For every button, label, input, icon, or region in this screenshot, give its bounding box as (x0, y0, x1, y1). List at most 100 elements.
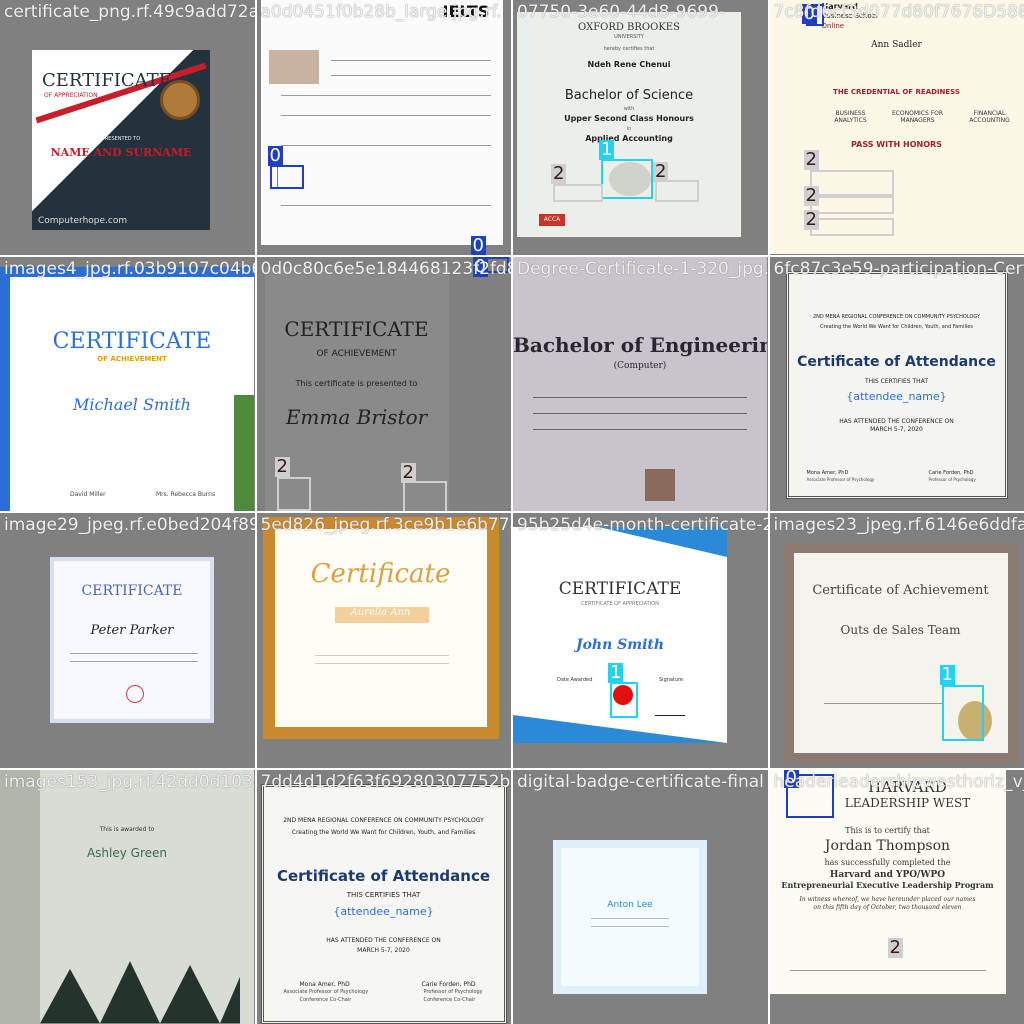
tile-caption: 7c8fd6cf3d077d80f7676D588 (773, 2, 1024, 22)
certifies: THIS CERTIFIES THAT (346, 890, 421, 899)
tile-caption: 07750-3e60-44d8-9699- (517, 2, 726, 22)
signer-1: Mona Amer, PhD (806, 469, 849, 476)
acca-logo: ACCA (539, 214, 565, 226)
attendance-certificate-image: 2ND MENA REGIONAL CONFERENCE ON COMMUNIT… (785, 270, 1008, 499)
tile-10[interactable]: 95b25d4e-month-certificate-23_jpeg. CERT… (513, 513, 768, 768)
tile-6[interactable]: Degree-Certificate-1-320_jpg.rf. Bachelo… (513, 256, 768, 511)
leadership-west: LEADERSHIP WEST (844, 795, 971, 810)
recipient-name: Jordan Thompson (824, 837, 951, 854)
credential: THE CREDENTIAL OF READINESS (833, 88, 960, 96)
bbox-class-2 (276, 476, 311, 511)
tile-9[interactable]: 5ed826_jpeg.rf.3ce9b1e6b77a0d Certificat… (256, 513, 511, 768)
tile-3[interactable]: 7c8fd6cf3d077d80f7676D588 Harvard Busine… (769, 0, 1024, 255)
bbox-class-2 (655, 180, 699, 202)
honors: PASS WITH HONORS (851, 140, 942, 149)
signer-1: David Miller (70, 490, 106, 498)
signer-1-role: Associate Professor of Psychology (283, 988, 369, 995)
hereby: hereby certifies that (603, 46, 655, 52)
bbox-label: 1 (608, 662, 624, 683)
tile-1[interactable]: a0d0451f0b28b_large.jpg.rf. IELTS 0 0 (256, 0, 511, 255)
cert-presented: PRESENTED TO (101, 136, 141, 142)
tile-11[interactable]: images23_jpeg.rf.6146e6ddfa Certificate … (769, 513, 1024, 768)
digital-badge-certificate-image: Anton Lee (553, 839, 707, 994)
graduate-name: Ndeh Rene Chenui (587, 60, 671, 69)
team-name: Outs de Sales Team (840, 623, 961, 637)
tile-caption: image29_jpeg.rf.e0bed204f89 (4, 515, 255, 535)
photo (268, 50, 319, 84)
mountain-decor (40, 961, 240, 1024)
tile-0[interactable]: certificate_png.rf.49c9add72a0de0451f0b2… (0, 0, 255, 255)
tile-2[interactable]: 07750-3e60-44d8-9699- OXFORD BROOKES UNI… (513, 0, 768, 255)
signer-1-role: Associate Professor of Psychology (806, 476, 875, 482)
degree-certificate-image: OXFORD BROOKES UNIVERSITY hereby certifi… (517, 12, 741, 237)
cert-title: Certificate of Achievement (812, 583, 989, 598)
line-4: Entrepreneurial Executive Leadership Pro… (781, 879, 994, 890)
tile-7[interactable]: 6fc87c3e59-participation-Certi 2ND MENA … (769, 256, 1024, 511)
tile-14[interactable]: digital-badge-certificate-final Anton Le… (513, 769, 768, 1024)
attendance-certificate-image: 2ND MENA REGIONAL CONFERENCE ON COMMUNIT… (260, 783, 507, 1024)
course-1: BUSINESS ANALYTICS (834, 110, 867, 124)
bbox-label: 1 (599, 139, 615, 160)
line-5: In witness whereof, we have hereunder pl… (799, 895, 976, 903)
tile-caption: images153_jpg.rf.42dd0d103 (4, 771, 253, 792)
certificate-image: CERTIFICATE OF APPRECIATION PRESENTED TO… (32, 50, 210, 230)
tile-5[interactable]: 0d0c80c6e5e184468123f2fd8e7fb CERTIFICAT… (256, 256, 512, 511)
bbox-label: 2 (803, 209, 819, 230)
conf-date: MARCH 5-7, 2020 (357, 946, 410, 954)
tile-caption: 0d0c80c6e5e184468123f2fd8e7fb (260, 258, 512, 279)
certificate-image: CERTIFICATE Peter Parker (50, 557, 214, 723)
degree: Bachelor of Science (564, 88, 694, 103)
bbox-class-2 (809, 196, 894, 214)
tile-caption: headerleadershipwesthoriz_v_3 (773, 771, 1024, 792)
seal-icon (160, 80, 200, 120)
line-6: on this fifth day of October, two thousa… (813, 903, 962, 911)
recipient-name: Anton Lee (607, 899, 653, 910)
degree-sub: (Computer) (613, 360, 667, 371)
line-3: Harvard and YPO/WPO (829, 869, 946, 880)
tile-8[interactable]: image29_jpeg.rf.e0bed204f89 CERTIFICATE … (0, 513, 255, 768)
attendee-name: {attendee_name} (846, 389, 947, 403)
bbox-label: 2 (653, 161, 669, 182)
date-label: Date Awarded (557, 677, 593, 683)
tile-caption: digital-badge-certificate-final (517, 771, 764, 792)
cert-title: Certificate (310, 559, 451, 589)
signer-2: Carie Forden, PhD (421, 980, 476, 988)
in-label: in (626, 126, 632, 132)
signer-1: Mona Amer, PhD (299, 980, 350, 988)
bbox-class-1 (941, 685, 984, 741)
tile-caption: Degree-Certificate-1-320_jpg.rf. (517, 258, 768, 279)
recipient-name: Michael Smith (73, 394, 191, 414)
tile-4[interactable]: images4_jpg.rf.03b9107c04b60603e5e18443 … (0, 256, 255, 511)
signer-1-title: Conference Co-Chair (299, 996, 352, 1003)
framed-certificate-image: Certificate Aurelia Ann (262, 517, 499, 739)
tile-12[interactable]: images153_jpg.rf.42dd0d103 This is award… (0, 769, 255, 1024)
cert-title: CERTIFICATE (81, 583, 183, 599)
award-certificate-image: This is awarded to Ashley Green (0, 769, 254, 1024)
bbox-class-1 (601, 159, 653, 199)
bbox-label: 0 (470, 235, 486, 255)
bbox-class-1 (610, 682, 638, 718)
cert-sub: OF ACHIEVEMENT (97, 354, 167, 363)
conf-title: 2ND MENA REGIONAL CONFERENCE ON COMMUNIT… (812, 313, 981, 320)
signature-label: Signature (659, 677, 684, 683)
cert-sub: CERTIFICATE OF APPRECIATION (581, 601, 659, 607)
cert-title: Certificate of Attendance (276, 866, 491, 885)
achievement-certificate-image: CERTIFICATE OF ACHIEVEMENT This certific… (264, 266, 449, 511)
cert-footer: Computerhope.com (38, 216, 128, 226)
signer-2: Mrs. Rebecca Burns (156, 490, 216, 498)
bbox-class-2 (553, 184, 603, 202)
side-photo (0, 769, 40, 1024)
signer-2-role: Professor of Psychology (423, 988, 483, 995)
bbox-class-2 (402, 480, 447, 511)
presented: This certificate is presented to (295, 378, 418, 388)
course-3: FINANCIAL ACCOUNTING (969, 110, 1010, 124)
cert-title: CERTIFICATE (284, 316, 429, 341)
conf-theme: Creating the World We Want for Children,… (820, 323, 973, 330)
subject: Applied Accounting (585, 134, 673, 143)
tile-caption: 6fc87c3e59-participation-Certi (773, 258, 1024, 279)
tile-15[interactable]: headerleadershipwesthoriz_v_3 HARVARD LE… (769, 769, 1024, 1024)
achievement-certificate-image: CERTIFICATE OF ACHIEVEMENT Michael Smith… (0, 266, 254, 511)
tile-13[interactable]: 7dd4d1d2f63f69280307752bd 2ND MENA REGIO… (256, 769, 511, 1024)
cartoon-books (234, 394, 254, 511)
recipient-name: John Smith (575, 637, 665, 653)
